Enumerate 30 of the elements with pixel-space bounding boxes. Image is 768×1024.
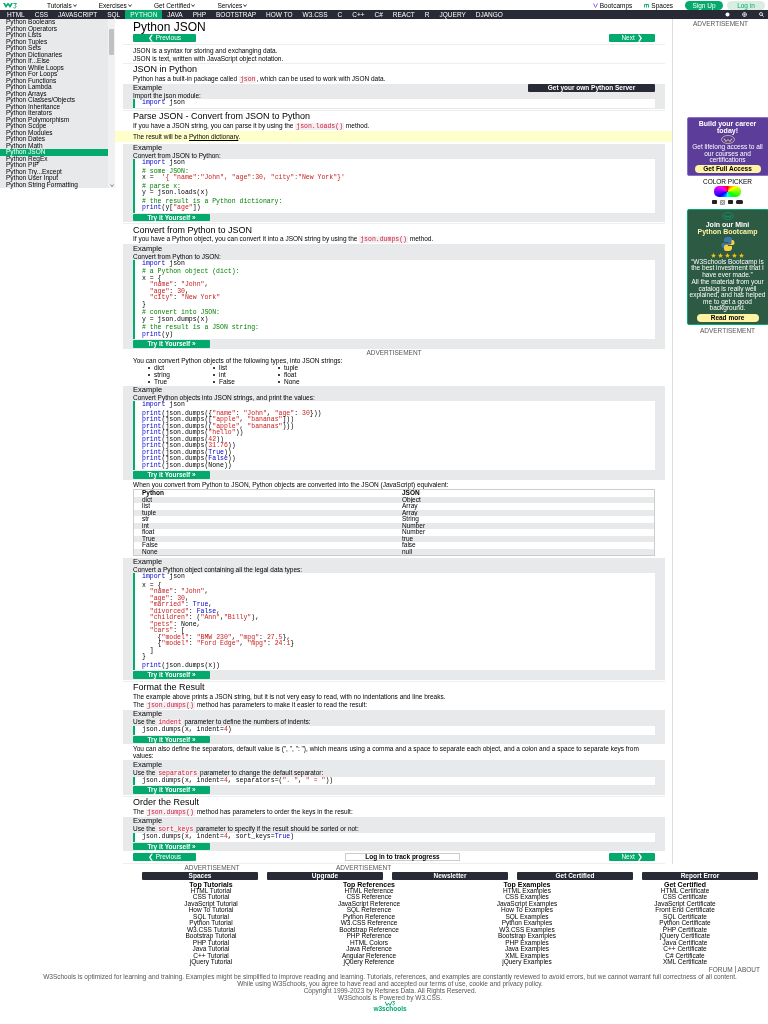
snake-logo-icon [719, 235, 736, 252]
search-icon [759, 12, 764, 17]
caret-icon [191, 3, 196, 7]
star-icon [718, 252, 723, 258]
social-icon [712, 199, 717, 204]
page-title: Python JSON [132, 21, 207, 34]
spaces-icon [644, 2, 650, 8]
star-icon [739, 252, 744, 258]
caret-icon [243, 3, 248, 7]
section-heading: Format the Result [123, 680, 665, 692]
logo-icon [3, 1, 17, 9]
logo-icon [720, 135, 735, 144]
section-heading: Parse JSON - Convert from JSON to Python [123, 109, 665, 121]
color-wheel-icon[interactable] [714, 185, 741, 197]
caret-icon [72, 3, 77, 7]
logo-icon [385, 1000, 395, 1006]
caret-icon [127, 3, 132, 7]
section-heading: Convert from Python to JSON [123, 223, 665, 235]
social-icon [720, 199, 725, 205]
scrollbar[interactable] [108, 19, 115, 188]
logo-icon [721, 211, 734, 220]
scrollbar-thumb[interactable] [109, 29, 114, 55]
theme-icon [725, 12, 730, 17]
star-icon [725, 252, 730, 258]
star-icon [732, 252, 737, 258]
globe-icon [742, 12, 747, 17]
section-heading: Order the Result [123, 795, 665, 807]
section-heading: JSON in Python [123, 62, 665, 74]
v-icon [592, 2, 598, 8]
star-icon [711, 252, 716, 258]
